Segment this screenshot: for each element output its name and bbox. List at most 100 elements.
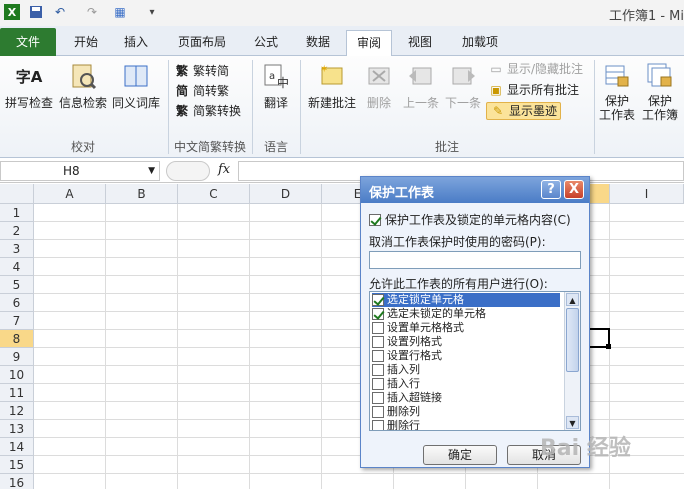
previous-comment-icon bbox=[405, 60, 437, 92]
tab-addins[interactable]: 加载项 bbox=[452, 30, 508, 56]
protect-sheet-icon bbox=[601, 60, 633, 92]
checkbox-unchecked[interactable] bbox=[372, 392, 384, 404]
redo-icon[interactable]: ↷ bbox=[84, 4, 100, 20]
checkbox-unchecked[interactable] bbox=[372, 420, 384, 430]
permissions-list[interactable]: 选定锁定单元格 选定未锁定的单元格 设置单元格格式 设置列格式 设置行格式 插入… bbox=[369, 291, 581, 431]
show-hide-comment-icon: ▭ bbox=[490, 62, 502, 76]
protect-sheet-button[interactable]: 保护 工作表 bbox=[596, 60, 638, 122]
row-header[interactable]: 13 bbox=[0, 420, 34, 438]
tab-review[interactable]: 审阅 bbox=[346, 30, 392, 57]
column-header[interactable]: D bbox=[250, 184, 322, 204]
checkbox-checked[interactable] bbox=[372, 308, 384, 320]
row-header[interactable]: 11 bbox=[0, 384, 34, 402]
row-header[interactable]: 7 bbox=[0, 312, 34, 330]
thesaurus-button[interactable]: 同义词库 bbox=[110, 60, 162, 111]
row-header[interactable]: 15 bbox=[0, 456, 34, 474]
checkbox-unchecked[interactable] bbox=[372, 364, 384, 376]
show-hide-comment-button[interactable]: ▭ 显示/隐藏批注 bbox=[488, 60, 583, 78]
checkbox-checked[interactable] bbox=[372, 294, 384, 306]
list-item[interactable]: 插入列 bbox=[372, 363, 560, 377]
tab-insert[interactable]: 插入 bbox=[114, 30, 158, 56]
ribbon-tabs: 文件 开始 插入 页面布局 公式 数据 审阅 视图 加载项 bbox=[0, 26, 684, 57]
checkbox-unchecked[interactable] bbox=[372, 406, 384, 418]
window-title: 工作簿1 - Mi bbox=[608, 9, 684, 24]
column-header[interactable]: A bbox=[34, 184, 106, 204]
name-box[interactable]: H8 ▼ bbox=[0, 161, 160, 181]
row-header[interactable]: 16 bbox=[0, 474, 34, 489]
list-item[interactable]: 设置行格式 bbox=[372, 349, 560, 363]
scroll-thumb[interactable] bbox=[566, 308, 579, 372]
row-header[interactable]: 9 bbox=[0, 348, 34, 366]
tab-home[interactable]: 开始 bbox=[64, 30, 108, 56]
list-item[interactable]: 设置单元格格式 bbox=[372, 321, 560, 335]
list-scrollbar[interactable]: ▲ ▼ bbox=[564, 292, 580, 430]
list-item[interactable]: 删除行 bbox=[372, 419, 560, 430]
spell-check-button[interactable]: 字A 拼写检查 bbox=[4, 60, 54, 111]
ok-button[interactable]: 确定 bbox=[423, 445, 497, 465]
column-header[interactable]: C bbox=[178, 184, 250, 204]
protect-workbook-button[interactable]: 保护 工作簿 bbox=[638, 60, 682, 122]
insert-function-icon[interactable]: fx bbox=[218, 162, 230, 177]
checkbox-unchecked[interactable] bbox=[372, 378, 384, 390]
row-header[interactable]: 10 bbox=[0, 366, 34, 384]
customize-toolbar-icon[interactable]: ▾ bbox=[144, 4, 160, 20]
row-header[interactable]: 5 bbox=[0, 276, 34, 294]
column-header[interactable]: B bbox=[106, 184, 178, 204]
fill-handle[interactable] bbox=[606, 344, 611, 349]
password-input[interactable] bbox=[369, 251, 581, 269]
formula-bar-splitter[interactable] bbox=[166, 161, 210, 181]
list-item[interactable]: 选定未锁定的单元格 bbox=[372, 307, 560, 321]
row-header[interactable]: 14 bbox=[0, 438, 34, 456]
row-header[interactable]: 3 bbox=[0, 240, 34, 258]
show-ink-button[interactable]: ✎ 显示墨迹 bbox=[486, 102, 562, 120]
checkbox-unchecked[interactable] bbox=[372, 322, 384, 334]
list-item[interactable]: 插入行 bbox=[372, 377, 560, 391]
row-header[interactable]: 1 bbox=[0, 204, 34, 222]
row-header[interactable]: 2 bbox=[0, 222, 34, 240]
to-traditional-button[interactable]: 简 简转繁 bbox=[174, 82, 229, 100]
column-header[interactable]: I bbox=[610, 184, 684, 204]
convert-button[interactable]: 繁 简繁转换 bbox=[174, 102, 241, 120]
select-all-corner[interactable] bbox=[0, 184, 34, 204]
show-ink-icon: ✎ bbox=[492, 104, 504, 118]
checkbox-unchecked[interactable] bbox=[372, 350, 384, 362]
save-icon[interactable] bbox=[28, 4, 44, 20]
row-header[interactable]: 6 bbox=[0, 294, 34, 312]
next-comment-button[interactable]: 下一条 bbox=[442, 60, 484, 111]
to-simplified-button[interactable]: 繁 繁转简 bbox=[174, 62, 229, 80]
row-header[interactable]: 12 bbox=[0, 402, 34, 420]
row-header[interactable]: 4 bbox=[0, 258, 34, 276]
row-header-active[interactable]: 8 bbox=[0, 330, 34, 348]
new-comment-button[interactable]: ✶ 新建批注 bbox=[304, 60, 360, 111]
protect-contents-checkbox[interactable]: 保护工作表及锁定的单元格内容(C) bbox=[369, 211, 571, 228]
show-all-comments-button[interactable]: ▣ 显示所有批注 bbox=[488, 81, 579, 99]
list-item[interactable]: 选定锁定单元格 bbox=[372, 293, 560, 307]
group-divider bbox=[300, 60, 301, 154]
checkbox-unchecked[interactable] bbox=[372, 336, 384, 348]
list-item[interactable]: 删除列 bbox=[372, 405, 560, 419]
tab-formulas[interactable]: 公式 bbox=[244, 30, 288, 56]
delete-comment-button[interactable]: 删除 bbox=[360, 60, 398, 111]
undo-icon[interactable]: ↶ bbox=[52, 4, 68, 20]
close-button[interactable]: X bbox=[564, 180, 584, 199]
list-item[interactable]: 插入超链接 bbox=[372, 391, 560, 405]
chevron-down-icon[interactable]: ▼ bbox=[148, 162, 155, 180]
research-button[interactable]: 信息检索 bbox=[58, 60, 108, 111]
list-item[interactable]: 设置列格式 bbox=[372, 335, 560, 349]
simplified-char-icon: 简 bbox=[175, 84, 188, 98]
help-button[interactable]: ? bbox=[541, 180, 561, 199]
tab-data[interactable]: 数据 bbox=[296, 30, 340, 56]
dialog-title-bar[interactable]: 保护工作表 ? X bbox=[361, 177, 589, 203]
grid-line bbox=[34, 473, 684, 474]
tab-view[interactable]: 视图 bbox=[398, 30, 442, 56]
group-label-proofing: 校对 bbox=[70, 140, 95, 154]
previous-comment-button[interactable]: 上一条 bbox=[400, 60, 442, 111]
translate-button[interactable]: a中 翻译 bbox=[256, 60, 296, 111]
excel-logo-icon: X bbox=[4, 4, 20, 20]
scroll-up-icon[interactable]: ▲ bbox=[566, 293, 579, 306]
scroll-down-icon[interactable]: ▼ bbox=[566, 416, 579, 429]
tab-file[interactable]: 文件 bbox=[0, 28, 56, 56]
checkbox-checked[interactable] bbox=[369, 213, 381, 226]
quick-access-icon[interactable]: ▦ bbox=[112, 4, 128, 20]
tab-page-layout[interactable]: 页面布局 bbox=[170, 30, 234, 56]
